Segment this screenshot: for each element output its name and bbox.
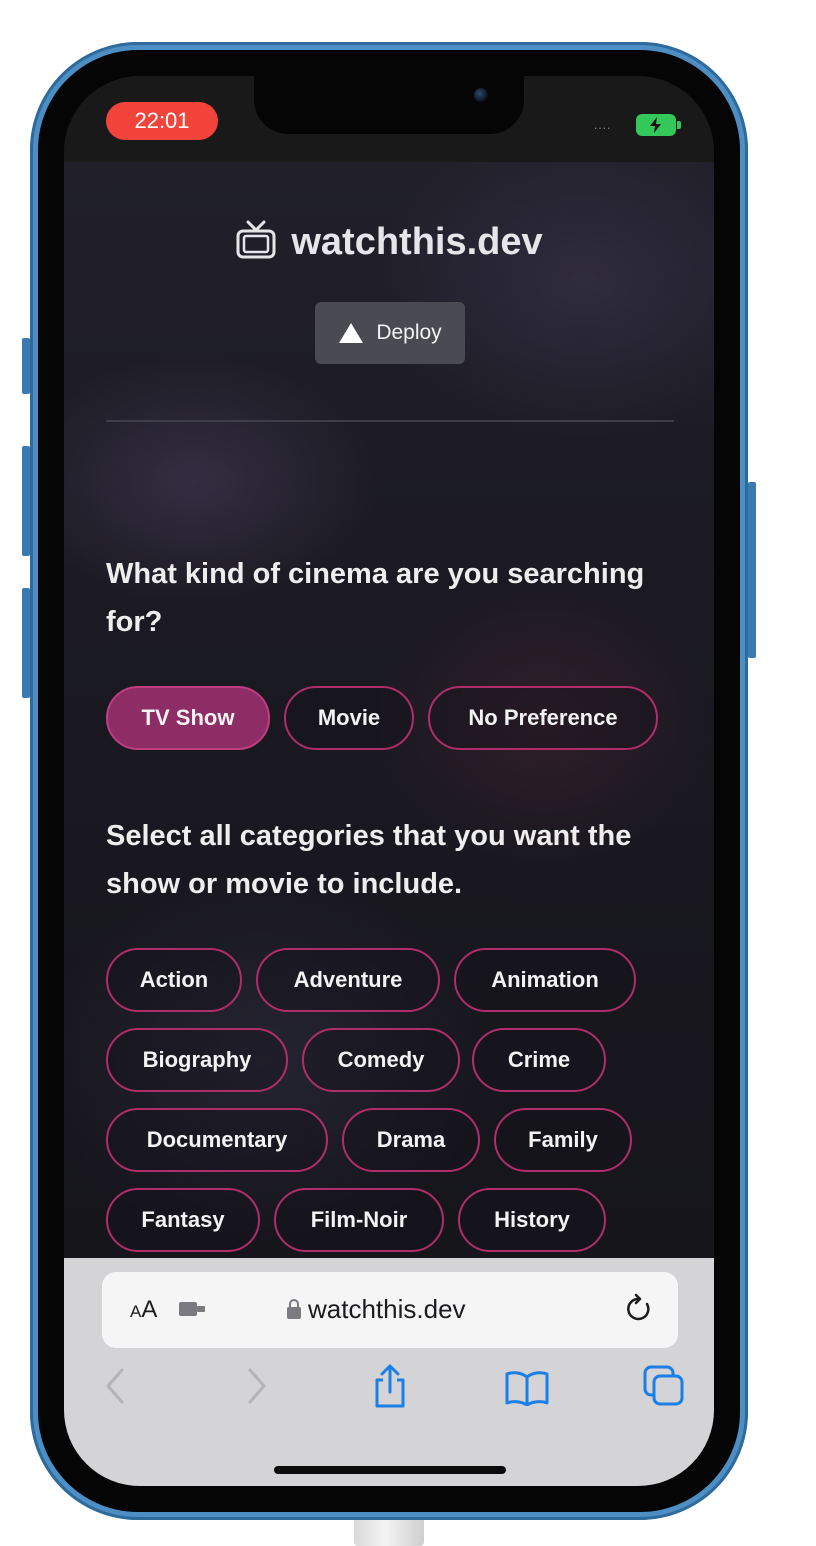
signal-indicator: .... (594, 118, 612, 132)
option-tv-show[interactable]: TV Show (106, 686, 270, 750)
category-film-noir[interactable]: Film-Noir (274, 1188, 444, 1252)
deploy-button[interactable]: Deploy (315, 302, 465, 364)
share-icon[interactable] (370, 1362, 410, 1415)
forward-icon[interactable] (244, 1366, 268, 1411)
category-label: Fantasy (141, 1207, 225, 1232)
category-label: History (494, 1207, 570, 1232)
battery-charging-icon (636, 114, 681, 136)
reload-icon[interactable] (622, 1292, 656, 1331)
tv-icon (235, 220, 277, 270)
back-icon[interactable] (104, 1366, 128, 1411)
browser-toolbar: AA watchthis.dev (64, 1258, 714, 1486)
option-label: No Preference (468, 705, 618, 730)
category-label: Family (528, 1127, 598, 1152)
deploy-label: Deploy (376, 321, 442, 344)
question-type: What kind of cinema are you searching fo… (106, 558, 645, 638)
category-animation[interactable]: Animation (454, 948, 636, 1012)
screen: 22:01 .... watchthis.dev Deploy What kin… (64, 76, 714, 1486)
url-text: watchthis.dev (308, 1294, 466, 1324)
power-button (748, 482, 756, 658)
divider (106, 420, 674, 422)
category-label: Animation (491, 967, 599, 992)
lock-icon (286, 1296, 302, 1327)
site-header: watchthis.dev (64, 220, 714, 270)
triangle-icon (339, 323, 364, 343)
category-family[interactable]: Family (494, 1108, 632, 1172)
category-label: Adventure (293, 967, 403, 992)
category-biography[interactable]: Biography (106, 1028, 288, 1092)
category-drama[interactable]: Drama (342, 1108, 480, 1172)
category-label: Comedy (337, 1047, 425, 1072)
address-bar[interactable]: AA watchthis.dev (102, 1272, 678, 1348)
option-label: Movie (317, 705, 381, 730)
question-categories: Select all categories that you want the … (106, 820, 632, 900)
category-documentary[interactable]: Documentary (106, 1108, 328, 1172)
category-action[interactable]: Action (106, 948, 242, 1012)
tabs-icon[interactable] (642, 1364, 686, 1413)
mute-switch (22, 338, 30, 394)
charging-cable (354, 1516, 424, 1546)
category-label: Documentary (146, 1127, 288, 1152)
category-history[interactable]: History (458, 1188, 606, 1252)
category-label: Biography (142, 1047, 252, 1072)
category-label: Action (139, 967, 209, 992)
volume-up-button (22, 446, 30, 556)
aa-big: A (141, 1296, 158, 1323)
category-crime[interactable]: Crime (472, 1028, 606, 1092)
option-label: TV Show (141, 705, 235, 730)
category-comedy[interactable]: Comedy (302, 1028, 460, 1092)
home-indicator[interactable] (274, 1466, 506, 1474)
text-size-button[interactable]: AA (130, 1296, 157, 1324)
category-fantasy[interactable]: Fantasy (106, 1188, 260, 1252)
category-label: Crime (507, 1047, 571, 1072)
bookmarks-icon[interactable] (504, 1370, 550, 1411)
category-adventure[interactable]: Adventure (256, 948, 440, 1012)
category-label: Drama (376, 1127, 446, 1152)
volume-down-button (22, 588, 30, 698)
notch (254, 76, 524, 134)
option-no-preference[interactable]: No Preference (428, 686, 658, 750)
status-time: 22:01 (106, 102, 218, 140)
aa-small: A (130, 1302, 142, 1321)
front-camera (474, 88, 488, 102)
site-title: watchthis.dev (291, 221, 543, 263)
web-page: watchthis.dev Deploy What kind of cinema… (64, 162, 714, 1258)
url-display[interactable]: watchthis.dev (286, 1294, 466, 1327)
option-movie[interactable]: Movie (284, 686, 414, 750)
extension-icon[interactable] (178, 1300, 208, 1323)
category-label: Film-Noir (310, 1207, 408, 1232)
